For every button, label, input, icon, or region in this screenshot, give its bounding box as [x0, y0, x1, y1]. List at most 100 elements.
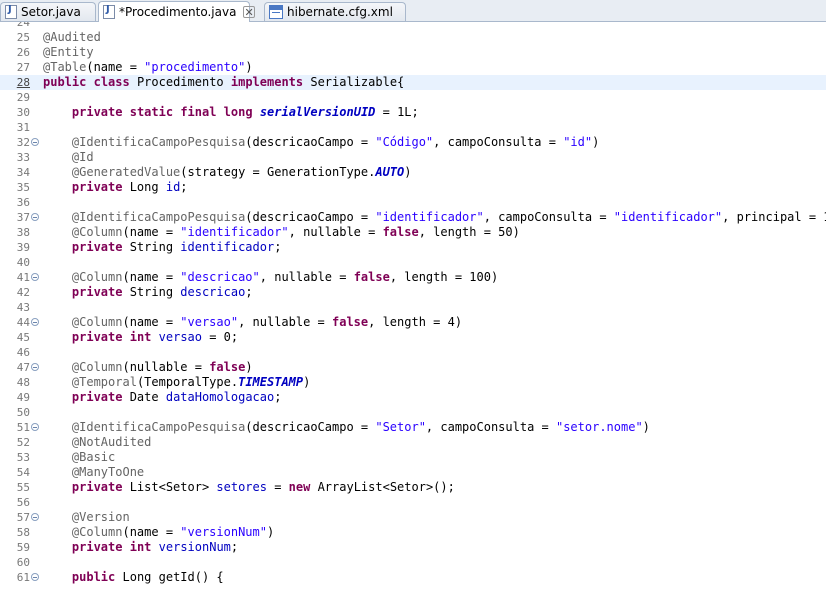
- code-line[interactable]: 50: [0, 405, 826, 420]
- code-line[interactable]: 48 @Temporal(TemporalType.TIMESTAMP): [0, 375, 826, 390]
- fold-toggle-icon[interactable]: [31, 273, 39, 281]
- close-tab-icon[interactable]: ✕: [243, 6, 255, 18]
- line-number: 33: [16, 151, 30, 164]
- code-text: private Date dataHomologacao;: [71, 390, 282, 404]
- code-line[interactable]: 36: [0, 195, 826, 210]
- code-line[interactable]: 52 @NotAudited: [0, 435, 826, 450]
- code-line[interactable]: 54 @ManyToOne: [0, 465, 826, 480]
- code-line[interactable]: 24: [0, 22, 826, 30]
- code-line[interactable]: 45 private int versao = 0;: [0, 330, 826, 345]
- line-number: 41: [16, 271, 30, 284]
- line-number: 37: [16, 211, 30, 224]
- line-number: 50: [16, 406, 30, 419]
- line-number: 57: [16, 511, 30, 524]
- code-text: private List<Setor> setores = new ArrayL…: [71, 480, 455, 494]
- code-line[interactable]: 40: [0, 255, 826, 270]
- line-number: 46: [16, 346, 30, 359]
- line-number: 30: [16, 106, 30, 119]
- line-number: 61: [16, 571, 30, 584]
- fold-toggle-icon[interactable]: [31, 318, 39, 326]
- line-number: 27: [16, 61, 30, 74]
- code-line[interactable]: 56: [0, 495, 826, 510]
- code-line[interactable]: 55 private List<Setor> setores = new Arr…: [0, 480, 826, 495]
- code-text: @ManyToOne: [71, 465, 145, 479]
- tab-hibernate-cfg-xml[interactable]: hibernate.cfg.xml: [264, 2, 406, 21]
- java-file-icon: [103, 4, 115, 19]
- code-line[interactable]: 25 @Audited: [0, 30, 826, 45]
- fold-toggle-icon[interactable]: [31, 138, 39, 146]
- line-number: 45: [16, 331, 30, 344]
- code-text: @Audited: [43, 30, 101, 44]
- line-number: 39: [16, 241, 30, 254]
- code-text: @Column(name = "identificador", nullable…: [71, 225, 520, 239]
- code-line[interactable]: 49 private Date dataHomologacao;: [0, 390, 826, 405]
- code-text: @GeneratedValue(strategy = GenerationTyp…: [71, 165, 412, 179]
- code-text: @Table(name = "procedimento"): [43, 60, 253, 74]
- code-text: @Column(name = "versionNum"): [71, 525, 275, 539]
- code-line[interactable]: 34 @GeneratedValue(strategy = Generation…: [0, 165, 826, 180]
- code-text: @IdentificaCampoPesquisa(descricaoCampo …: [71, 420, 650, 434]
- code-line[interactable]: 59 private int versionNum;: [0, 540, 826, 555]
- tab-label: Setor.java: [21, 5, 81, 19]
- line-number: 53: [16, 451, 30, 464]
- fold-toggle-icon[interactable]: [31, 513, 39, 521]
- code-line[interactable]: 38 @Column(name = "identificador", nulla…: [0, 225, 826, 240]
- code-text: @Column(nullable = false): [71, 360, 253, 374]
- code-line[interactable]: 61 public Long getId() {: [0, 570, 826, 585]
- line-number: 49: [16, 391, 30, 404]
- code-line[interactable]: 47 @Column(nullable = false): [0, 360, 826, 375]
- code-line[interactable]: 58 @Column(name = "versionNum"): [0, 525, 826, 540]
- line-number: 36: [16, 196, 30, 209]
- code-text: @Temporal(TemporalType.TIMESTAMP): [71, 375, 311, 389]
- code-text: @IdentificaCampoPesquisa(descricaoCampo …: [71, 210, 826, 224]
- code-line[interactable]: 27 @Table(name = "procedimento"): [0, 60, 826, 75]
- code-text: private int versionNum;: [71, 540, 239, 554]
- code-line[interactable]: 42 private String descricao;: [0, 285, 826, 300]
- line-number: 31: [16, 121, 30, 134]
- code-text: public class Procedimento implements Ser…: [43, 75, 405, 89]
- code-line[interactable]: 57 @Version: [0, 510, 826, 525]
- java-file-icon: [5, 4, 17, 19]
- line-number: 59: [16, 541, 30, 554]
- code-text: private static final long serialVersionU…: [71, 105, 419, 119]
- code-line[interactable]: 37 @IdentificaCampoPesquisa(descricaoCam…: [0, 210, 826, 225]
- code-text: private String identificador;: [71, 240, 282, 254]
- code-text: private String descricao;: [71, 285, 253, 299]
- code-line[interactable]: 35 private Long id;: [0, 180, 826, 195]
- tab-label: hibernate.cfg.xml: [287, 5, 393, 19]
- line-number: 52: [16, 436, 30, 449]
- code-line[interactable]: 26 @Entity: [0, 45, 826, 60]
- tab-procedimento-java[interactable]: *Procedimento.java ✕: [98, 1, 255, 22]
- code-line[interactable]: 46: [0, 345, 826, 360]
- code-text: @Entity: [43, 45, 94, 59]
- line-number: 58: [16, 526, 30, 539]
- code-text: @Column(name = "versao", nullable = fals…: [71, 315, 463, 329]
- code-line[interactable]: 44 @Column(name = "versao", nullable = f…: [0, 315, 826, 330]
- fold-toggle-icon[interactable]: [31, 573, 39, 581]
- fold-toggle-icon[interactable]: [31, 213, 39, 221]
- tab-setor-java[interactable]: Setor.java: [0, 2, 96, 21]
- code-line[interactable]: 28 public class Procedimento implements S…: [0, 75, 826, 90]
- code-line[interactable]: 43: [0, 300, 826, 315]
- code-line[interactable]: 39 private String identificador;: [0, 240, 826, 255]
- code-line[interactable]: 29: [0, 90, 826, 105]
- code-line[interactable]: 51 @IdentificaCampoPesquisa(descricaoCam…: [0, 420, 826, 435]
- code-text: private int versao = 0;: [71, 330, 239, 344]
- code-text: @Version: [71, 510, 130, 524]
- code-line[interactable]: 53 @Basic: [0, 450, 826, 465]
- line-number: 48: [16, 376, 30, 389]
- line-number: 35: [16, 181, 30, 194]
- line-number: 25: [16, 31, 30, 44]
- code-line[interactable]: 60: [0, 555, 826, 570]
- code-text: @Basic: [71, 450, 116, 464]
- line-number: 38: [16, 226, 30, 239]
- code-line[interactable]: 33 @Id: [0, 150, 826, 165]
- fold-toggle-icon[interactable]: [31, 363, 39, 371]
- code-line[interactable]: 30 private static final long serialVersi…: [0, 105, 826, 120]
- code-line[interactable]: 32 @IdentificaCampoPesquisa(descricaoCam…: [0, 135, 826, 150]
- tab-label: *Procedimento.java: [119, 5, 237, 19]
- code-line[interactable]: 31: [0, 120, 826, 135]
- code-editor[interactable]: 24 25 @Audited 26 @Entity 27 @Table(name = "pr…: [0, 22, 826, 591]
- fold-toggle-icon[interactable]: [31, 423, 39, 431]
- code-line[interactable]: 41 @Column(name = "descricao", nullable …: [0, 270, 826, 285]
